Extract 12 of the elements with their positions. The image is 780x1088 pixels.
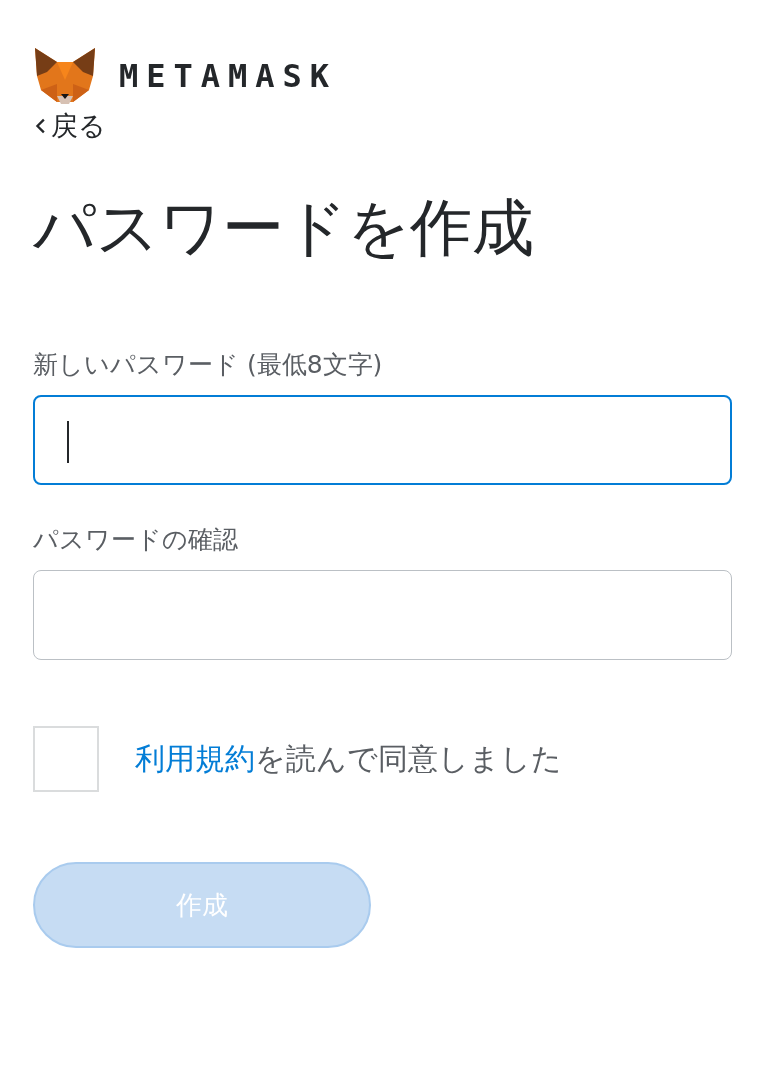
logo-text: METAMASK [119, 57, 338, 95]
fox-icon [33, 46, 97, 106]
back-link[interactable]: 戻る [33, 108, 106, 144]
field-label: 新しいパスワード (最低8文字) [33, 349, 383, 382]
terms-link[interactable]: 利用規約 [135, 740, 255, 776]
chevron-left-icon [33, 117, 47, 135]
field-label: パスワードの確認 [33, 524, 238, 557]
checkbox[interactable] [33, 726, 99, 793]
page-title: パスワードを作成 [33, 194, 535, 263]
password-field[interactable] [33, 395, 732, 486]
password-field[interactable] [33, 570, 732, 661]
terms-text: 利用規約を読んで同意しました [135, 739, 562, 778]
